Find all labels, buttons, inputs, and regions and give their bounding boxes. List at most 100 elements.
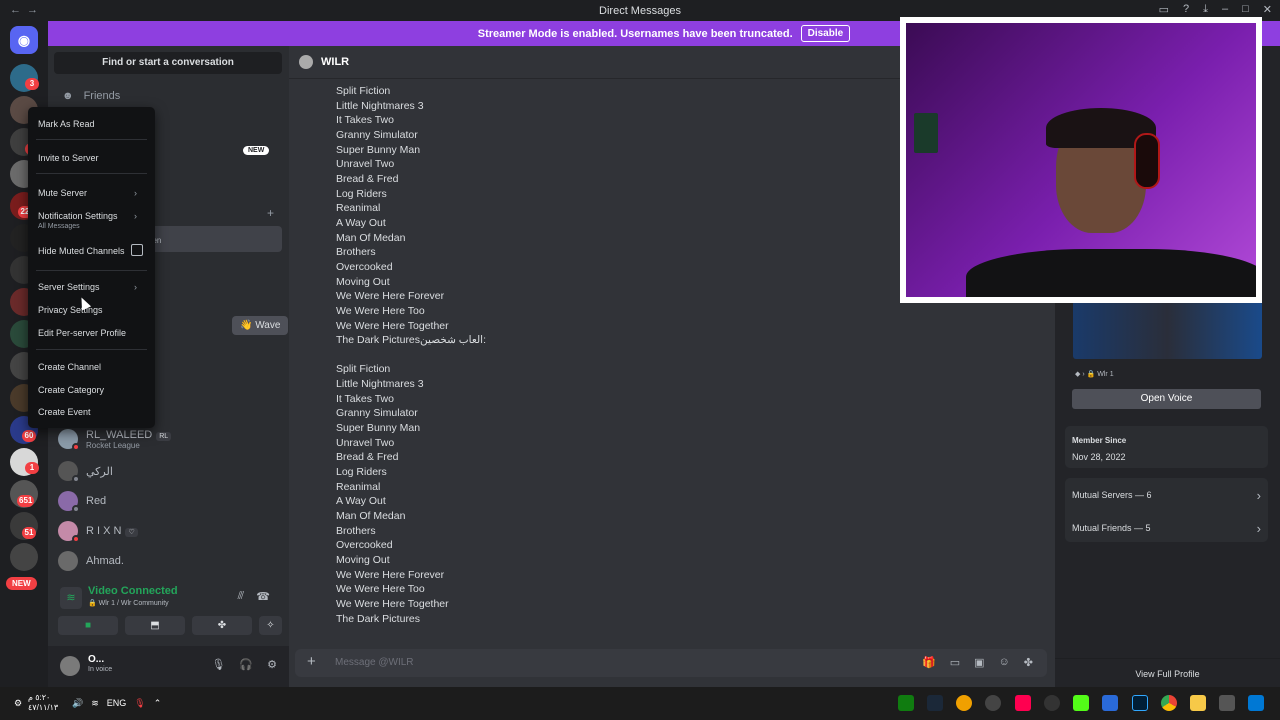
- dm-item[interactable]: Red: [58, 488, 106, 514]
- open-voice-button[interactable]: Open Voice: [1072, 389, 1261, 409]
- window-title: Direct Messages: [599, 4, 681, 17]
- mutuals-card: Mutual Servers — 6 › Mutual Friends — 5 …: [1065, 478, 1268, 542]
- view-full-profile-link[interactable]: View Full Profile: [1055, 658, 1280, 679]
- noise-suppression-icon[interactable]: ⫻: [237, 590, 244, 603]
- create-dm-icon[interactable]: +: [267, 206, 274, 220]
- chevron-up-icon[interactable]: ⌃: [154, 698, 162, 709]
- wave-button[interactable]: 👋 Wave: [232, 316, 289, 335]
- create-channel-item[interactable]: Create Channel: [38, 362, 101, 372]
- language-indicator[interactable]: ENG: [107, 698, 127, 709]
- message-line: Split Fiction: [336, 85, 391, 97]
- help-icon[interactable]: ?: [1183, 3, 1189, 16]
- close-button[interactable]: ✕: [1263, 3, 1272, 16]
- back-forward-arrows[interactable]: ←→: [10, 4, 44, 16]
- message-line: A Way Out: [336, 216, 386, 229]
- minimize-button[interactable]: –: [1222, 3, 1228, 16]
- user-status: In voice: [88, 666, 113, 673]
- signal-icon[interactable]: ≋: [60, 587, 82, 609]
- dm-item[interactable]: الركي: [58, 458, 113, 484]
- edit-per-server-profile-item[interactable]: Edit Per-server Profile: [38, 328, 126, 338]
- message-line: Unravel Two: [336, 158, 395, 171]
- wifi-icon[interactable]: ≋: [91, 698, 99, 709]
- camera-button[interactable]: ■: [58, 616, 118, 635]
- create-event-item[interactable]: Create Event: [38, 407, 91, 417]
- gift-icon[interactable]: 🎁: [922, 656, 936, 669]
- activities-button[interactable]: ✤: [192, 616, 252, 635]
- settings-gear-icon[interactable]: ⚙: [267, 658, 277, 671]
- screen-share-button[interactable]: ⬒: [125, 616, 185, 635]
- mute-server-item[interactable]: Mute Server ›: [38, 188, 148, 198]
- server-tag: RL: [156, 431, 172, 441]
- message-line: Man Of Medan: [336, 510, 406, 523]
- steam-icon[interactable]: [927, 695, 943, 711]
- search-conversation-button[interactable]: Find or start a conversation: [54, 52, 282, 74]
- clock-time: ٥:٢٠ م: [28, 693, 51, 702]
- microphone-icon[interactable]: 🎙: [211, 658, 225, 671]
- user-avatar[interactable]: [60, 656, 80, 676]
- mutual-friends-item[interactable]: Mutual Friends — 5: [1072, 523, 1151, 533]
- emoji-icon[interactable]: ☺: [999, 656, 1010, 669]
- dm-item[interactable]: RL_WALEED RL Rocket League: [58, 426, 172, 452]
- dm-item[interactable]: R I X N ♡: [58, 518, 138, 544]
- kick-icon[interactable]: [1073, 695, 1089, 711]
- message-line: Overcooked: [336, 260, 393, 273]
- stream-preview[interactable]: [1073, 301, 1262, 359]
- headphones-icon[interactable]: 🎧: [239, 658, 253, 671]
- voice-activity-channel: Wlr 1: [1097, 371, 1114, 378]
- chrome-icon[interactable]: [1161, 695, 1177, 711]
- dm-item[interactable]: Ahmad.: [58, 548, 124, 574]
- mark-as-read-item[interactable]: Mark As Read: [38, 119, 95, 129]
- mention-badge: 3: [25, 78, 39, 90]
- discord-taskbar-icon[interactable]: [956, 695, 972, 711]
- sticker-icon[interactable]: ▣: [974, 656, 984, 669]
- message-line: We Were Here Too: [336, 304, 425, 317]
- create-category-item[interactable]: Create Category: [38, 385, 104, 395]
- offline-status-icon: [72, 505, 80, 513]
- file-explorer-icon[interactable]: [1190, 695, 1206, 711]
- add-attachment-icon[interactable]: +: [307, 653, 316, 670]
- weather-icon[interactable]: ⚙: [14, 698, 22, 709]
- volume-icon[interactable]: 🔊: [72, 698, 83, 709]
- download-icon[interactable]: ⤓: [1203, 3, 1208, 16]
- soundboard-button[interactable]: ✧: [259, 616, 282, 635]
- discord-home-icon[interactable]: ◉: [10, 26, 38, 54]
- app-icon[interactable]: [1219, 695, 1235, 711]
- windows-taskbar: ⚙ ٥:٢٠ م ٤٧/١١/١٣ 🔊 ≋ ENG 🎙 ⌃: [0, 687, 1280, 720]
- mutual-servers-item[interactable]: Mutual Servers — 6: [1072, 490, 1152, 500]
- friends-label: Friends: [83, 90, 121, 102]
- notification-settings-item[interactable]: Notification Settings › All Messages: [38, 211, 148, 230]
- inbox-icon[interactable]: ▭: [1159, 3, 1169, 16]
- app-icon[interactable]: [1044, 695, 1060, 711]
- invite-to-server-item[interactable]: Invite to Server: [38, 153, 99, 163]
- hide-muted-checkbox[interactable]: [131, 244, 143, 256]
- voice-channel[interactable]: 🔒 Wlr 1 / Wlr Community: [88, 599, 169, 607]
- menu-separator: [36, 349, 147, 350]
- dnd-status-icon: [72, 443, 80, 451]
- server-icon[interactable]: [10, 543, 38, 571]
- friends-nav-item[interactable]: ☻ Friends: [62, 90, 120, 102]
- app-icon[interactable]: [985, 695, 1001, 711]
- webcam-overlay: [900, 17, 1262, 303]
- xbox-icon[interactable]: [898, 695, 914, 711]
- notes-icon[interactable]: [1102, 695, 1118, 711]
- message-composer[interactable]: + Message @WILR 🎁 ▭ ▣ ☺ ✤: [295, 649, 1047, 677]
- apps-icon[interactable]: ✤: [1024, 656, 1033, 669]
- disable-streamer-mode-button[interactable]: Disable: [800, 25, 851, 42]
- mic-icon[interactable]: 🎙: [134, 698, 145, 709]
- disconnect-icon[interactable]: ☎: [256, 590, 270, 603]
- window-controls[interactable]: ▭? ⤓ – □ ✕: [1159, 3, 1272, 16]
- windows-start-icon[interactable]: [1248, 695, 1264, 711]
- tiktok-icon[interactable]: [1015, 695, 1031, 711]
- server-settings-item[interactable]: Server Settings ›: [38, 282, 148, 292]
- mention-badge: 60: [22, 430, 36, 442]
- maximize-button[interactable]: □: [1242, 3, 1249, 16]
- chevron-right-icon: ›: [134, 211, 137, 221]
- privacy-settings-item[interactable]: Privacy Settings: [38, 305, 103, 315]
- member-since-label: Member Since: [1072, 436, 1127, 445]
- taskbar-clock[interactable]: ٥:٢٠ م ٤٧/١١/١٣: [28, 693, 58, 713]
- avatar: [58, 491, 80, 513]
- gif-icon[interactable]: ▭: [950, 656, 960, 669]
- photoshop-icon[interactable]: [1132, 695, 1148, 711]
- message-line: We Were Here Together: [336, 319, 449, 332]
- hide-muted-channels-item[interactable]: Hide Muted Channels: [38, 246, 125, 256]
